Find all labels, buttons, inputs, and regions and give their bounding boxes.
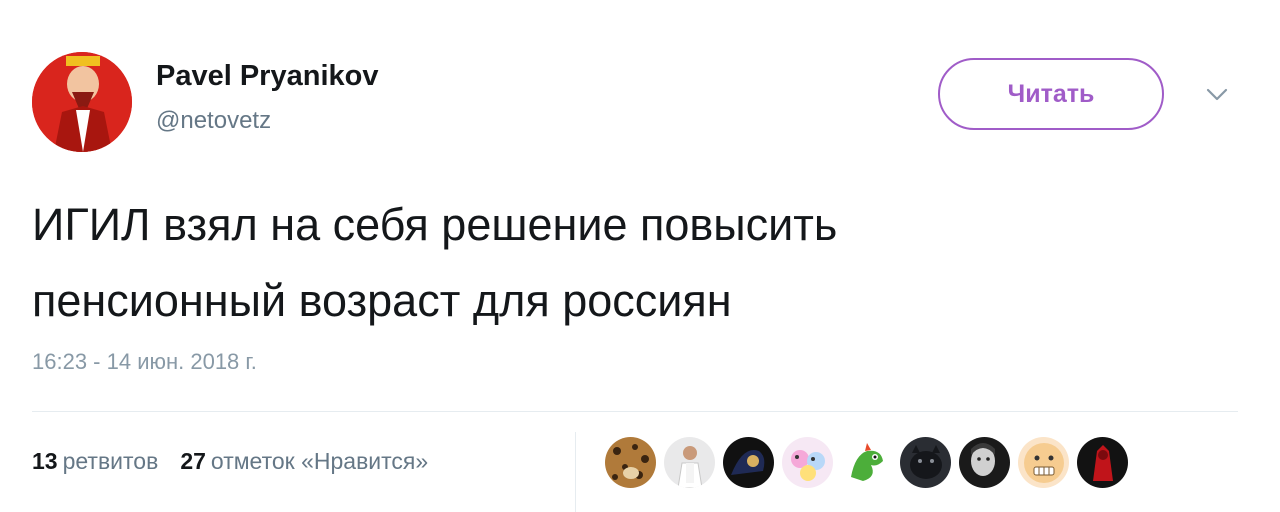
liker-avatar-6[interactable] bbox=[900, 437, 951, 488]
liker-avatar-2[interactable] bbox=[664, 437, 715, 488]
liker-avatar-8[interactable] bbox=[1018, 437, 1069, 488]
liker-avatar-1[interactable] bbox=[605, 437, 656, 488]
likes-label: отметок «Нравится» bbox=[210, 448, 429, 474]
tweet-stats: 13 ретвитов 27 отметок «Нравится» bbox=[32, 448, 428, 475]
tweet-line-2: пенсионный возраст для россиян bbox=[32, 275, 732, 326]
cartoon-pink-avatar-icon bbox=[782, 437, 833, 488]
retweets-count: 13 bbox=[32, 448, 58, 474]
liker-avatar-5[interactable] bbox=[841, 437, 892, 488]
bw-portrait-avatar-icon bbox=[959, 437, 1010, 488]
author-handle[interactable]: @netovetz bbox=[156, 107, 271, 135]
red-black-avatar-icon bbox=[1077, 437, 1128, 488]
smiley-face-avatar-icon bbox=[1018, 437, 1069, 488]
retweets-stat[interactable]: 13 ретвитов bbox=[32, 448, 158, 475]
red-portrait-avatar-icon bbox=[32, 52, 132, 152]
tweet-timestamp[interactable]: 16:23 - 14 июн. 2018 г. bbox=[32, 349, 257, 375]
dark-animal-avatar-icon bbox=[900, 437, 951, 488]
chevron-down-icon[interactable] bbox=[1202, 80, 1232, 110]
cheetah-avatar-icon bbox=[605, 437, 656, 488]
follow-button[interactable]: Читать bbox=[938, 58, 1164, 130]
divider bbox=[32, 411, 1238, 412]
liker-avatar-9[interactable] bbox=[1077, 437, 1128, 488]
tweet-text: ИГИЛ взял на себя решение повысить пенсио… bbox=[32, 187, 1232, 339]
liker-avatar-7[interactable] bbox=[959, 437, 1010, 488]
green-dragon-avatar-icon bbox=[841, 437, 892, 488]
liker-avatar-4[interactable] bbox=[782, 437, 833, 488]
liker-avatar-3[interactable] bbox=[723, 437, 774, 488]
author-name[interactable]: Pavel Pryanikov bbox=[156, 60, 378, 93]
tweet-line-1: ИГИЛ взял на себя решение повысить bbox=[32, 199, 838, 250]
liker-avatars bbox=[605, 437, 1128, 488]
likes-stat[interactable]: 27 отметок «Нравится» bbox=[180, 448, 428, 475]
author-avatar[interactable] bbox=[32, 52, 132, 152]
retweets-label: ретвитов bbox=[62, 448, 159, 474]
likes-count: 27 bbox=[180, 448, 206, 474]
stats-separator bbox=[575, 432, 576, 512]
person-white-avatar-icon bbox=[664, 437, 715, 488]
dark-figure-avatar-icon bbox=[723, 437, 774, 488]
